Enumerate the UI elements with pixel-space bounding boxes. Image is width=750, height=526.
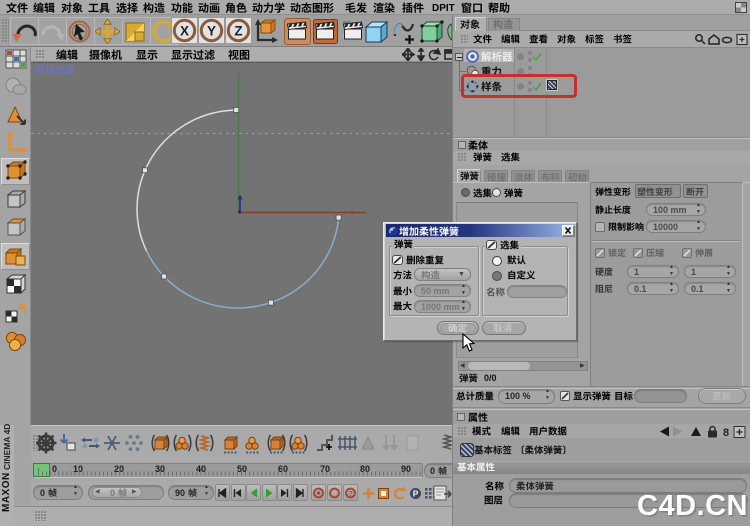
svg-text:8: 8 (723, 427, 729, 438)
svg-text:P: P (413, 490, 419, 499)
svg-text:Z: Z (234, 24, 242, 39)
svg-text:?: ? (348, 489, 353, 498)
svg-text:X: X (180, 24, 189, 39)
svg-text:Y: Y (207, 24, 216, 39)
